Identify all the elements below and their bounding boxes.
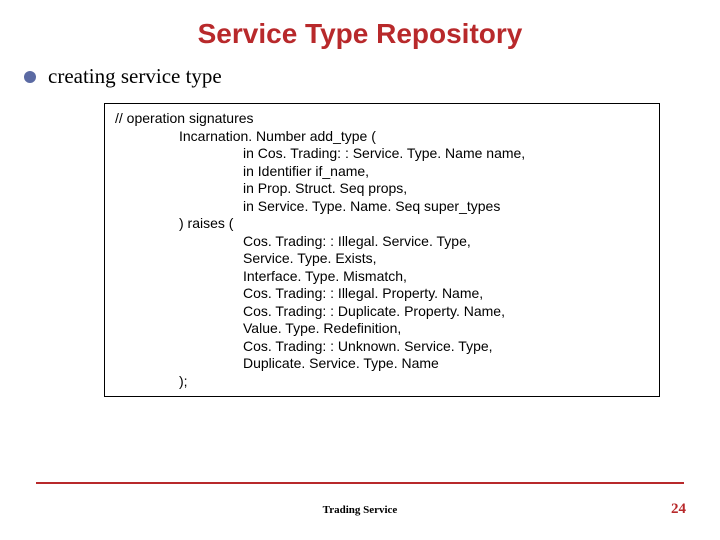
code-param: in Prop. Struct. Seq props, [243,180,649,198]
bullet-text: creating service type [48,64,222,89]
code-exception: Service. Type. Exists, [243,250,649,268]
code-exception: Cos. Trading: : Illegal. Service. Type, [243,233,649,251]
code-raises: ) raises ( [179,215,649,233]
slide-title: Service Type Repository [0,0,720,50]
code-exception: Duplicate. Service. Type. Name [243,355,649,373]
code-exception: Cos. Trading: : Unknown. Service. Type, [243,338,649,356]
code-box: // operation signatures Incarnation. Num… [104,103,660,397]
page-number: 24 [671,501,686,518]
footer-divider [36,482,684,484]
bullet-row: creating service type [24,64,720,89]
bullet-dot-icon [24,71,36,83]
code-exception: Cos. Trading: : Duplicate. Property. Nam… [243,303,649,321]
code-exception: Value. Type. Redefinition, [243,320,649,338]
code-param: in Service. Type. Name. Seq super_types [243,198,649,216]
footer-label: Trading Service [0,504,720,516]
code-exception: Interface. Type. Mismatch, [243,268,649,286]
code-decl: Incarnation. Number add_type ( [179,128,649,146]
code-comment: // operation signatures [115,110,649,128]
code-close: ); [179,373,649,391]
code-exception: Cos. Trading: : Illegal. Property. Name, [243,285,649,303]
code-param: in Cos. Trading: : Service. Type. Name n… [243,145,649,163]
code-param: in Identifier if_name, [243,163,649,181]
